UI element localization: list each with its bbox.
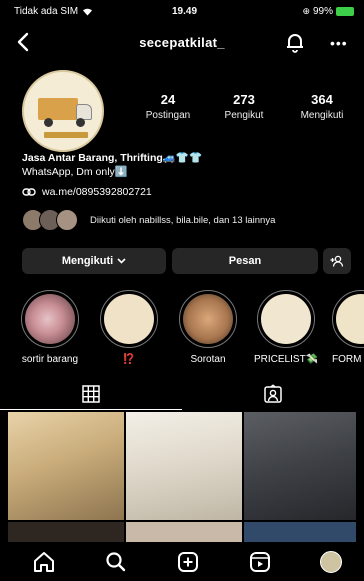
bio-line-1: Jasa Antar Barang, Thrifting🚙👕👕 bbox=[22, 152, 203, 164]
battery-icon bbox=[336, 7, 354, 16]
following-label: Mengikuti bbox=[61, 255, 114, 267]
post-thumbnail[interactable] bbox=[244, 412, 356, 520]
highlight-ring bbox=[21, 290, 79, 348]
chevron-down-icon bbox=[117, 258, 126, 264]
avatar-wheel bbox=[76, 118, 85, 127]
highlight-cover bbox=[336, 294, 364, 344]
highlight-ring bbox=[179, 290, 237, 348]
alarm-icon: ⊕ bbox=[302, 6, 310, 16]
post-thumbnail[interactable] bbox=[126, 522, 242, 542]
profile-link[interactable]: wa.me/0895392802721 bbox=[22, 186, 152, 198]
status-carrier-group: Tidak ada SIM bbox=[14, 6, 93, 17]
highlight-item[interactable]: Sorotan bbox=[176, 290, 240, 365]
bio-line-2: WhatsApp, Dm only⬇️ bbox=[22, 166, 128, 178]
profile-bio: Jasa Antar Barang, Thrifting🚙👕👕 WhatsApp… bbox=[22, 151, 202, 179]
stat-followers-value: 273 bbox=[233, 92, 255, 107]
highlight-cover bbox=[104, 294, 154, 344]
highlight-label: FORM bbox=[332, 354, 362, 365]
highlight-label: Sorotan bbox=[190, 354, 226, 365]
tagged-icon bbox=[264, 384, 282, 403]
highlight-item[interactable]: PRICELIST💸 bbox=[254, 290, 318, 365]
status-bar: Tidak ada SIM 19.49 ⊕ 99% bbox=[0, 0, 364, 22]
follower-avatars bbox=[22, 209, 82, 231]
battery-percent: 99% bbox=[312, 6, 333, 17]
link-icon bbox=[22, 188, 36, 196]
following-button[interactable]: Mengikuti bbox=[22, 248, 166, 274]
highlight-cover bbox=[183, 294, 233, 344]
stat-following-label: Mengikuti bbox=[300, 110, 344, 121]
followed-by[interactable]: Diikuti oleh nabillss, bila.bile, dan 13… bbox=[22, 209, 275, 231]
carrier-text: Tidak ada SIM bbox=[14, 6, 79, 17]
bottom-nav bbox=[0, 543, 364, 581]
post-thumbnail[interactable] bbox=[126, 412, 242, 520]
grid-icon bbox=[82, 385, 100, 403]
stat-followers-label: Pengikut bbox=[224, 110, 264, 121]
profile-header: secepatkilat_ ••• bbox=[0, 28, 364, 58]
message-label: Pesan bbox=[228, 255, 262, 267]
tab-posts-grid[interactable] bbox=[0, 378, 182, 410]
stat-posts-value: 24 bbox=[160, 92, 176, 107]
post-thumbnail[interactable] bbox=[8, 412, 124, 520]
stat-following-value: 364 bbox=[311, 92, 333, 107]
stat-following[interactable]: 364 Mengikuti bbox=[282, 92, 362, 121]
message-button[interactable]: Pesan bbox=[172, 248, 318, 274]
add-user-button[interactable] bbox=[323, 248, 351, 274]
create-icon[interactable] bbox=[176, 551, 200, 573]
profile-avatar[interactable] bbox=[22, 70, 104, 152]
stat-followers[interactable]: 273 Pengikut bbox=[204, 92, 284, 121]
profile-tabs bbox=[0, 378, 364, 410]
highlight-ring bbox=[257, 290, 315, 348]
highlight-cover bbox=[25, 294, 75, 344]
highlight-label: ⁉️ bbox=[122, 354, 136, 365]
stat-posts[interactable]: 24 Postingan bbox=[128, 92, 208, 121]
more-icon[interactable]: ••• bbox=[330, 36, 348, 50]
profile-tab-avatar[interactable] bbox=[320, 551, 342, 573]
follower-avatar bbox=[56, 209, 78, 231]
highlight-item[interactable]: ⁉️ bbox=[97, 290, 161, 365]
post-thumbnail[interactable] bbox=[244, 522, 356, 542]
stat-posts-label: Postingan bbox=[145, 110, 191, 121]
highlight-ring bbox=[100, 290, 158, 348]
highlight-item[interactable]: sortir barang bbox=[18, 290, 82, 365]
status-battery-group: ⊕ 99% bbox=[302, 6, 354, 17]
bell-icon[interactable] bbox=[284, 31, 306, 53]
active-tab-indicator bbox=[0, 409, 182, 410]
add-user-icon bbox=[330, 255, 344, 267]
tab-tagged[interactable] bbox=[182, 378, 364, 410]
post-thumbnail[interactable] bbox=[8, 522, 124, 542]
highlight-cover bbox=[261, 294, 311, 344]
avatar-truck-body bbox=[38, 98, 78, 120]
highlight-item[interactable]: FORM bbox=[332, 290, 364, 365]
search-icon[interactable] bbox=[104, 551, 128, 573]
reels-icon[interactable] bbox=[248, 551, 272, 573]
link-text[interactable]: wa.me/0895392802721 bbox=[42, 186, 152, 198]
status-time: 19.49 bbox=[172, 6, 198, 17]
profile-username: secepatkilat_ bbox=[139, 35, 225, 50]
wifi-icon bbox=[83, 8, 93, 16]
highlight-label: PRICELIST💸 bbox=[254, 354, 319, 365]
followed-by-text: Diikuti oleh nabillss, bila.bile, dan 13… bbox=[90, 214, 276, 226]
home-icon[interactable] bbox=[32, 551, 56, 573]
avatar-logo-banner bbox=[44, 132, 88, 138]
avatar-wheel bbox=[44, 118, 53, 127]
highlight-label: sortir barang bbox=[21, 354, 79, 365]
highlight-ring bbox=[332, 290, 364, 348]
